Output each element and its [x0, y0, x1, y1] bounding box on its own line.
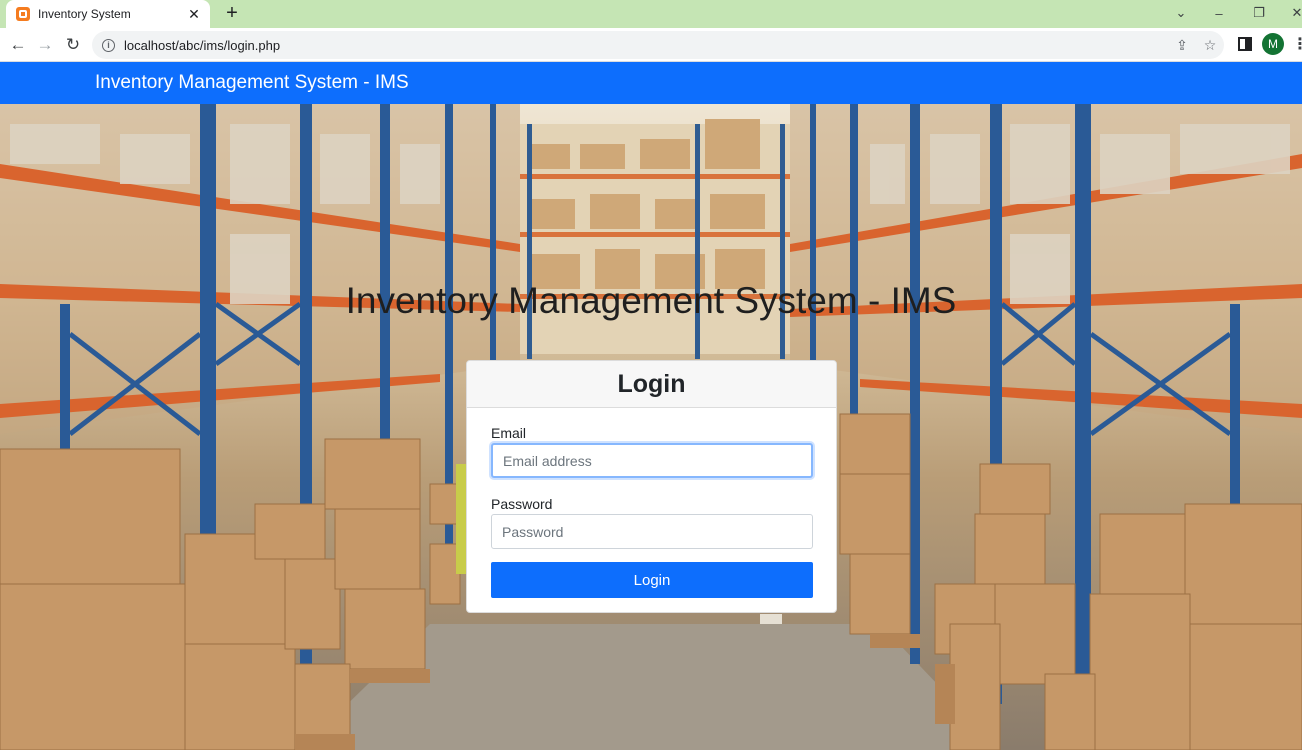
xampp-icon — [16, 7, 30, 21]
navbar-brand[interactable]: Inventory Management System - IMS — [95, 72, 409, 94]
new-tab-icon[interactable]: + — [222, 3, 242, 23]
kebab-menu-icon[interactable]: ⋮ — [1292, 33, 1302, 57]
email-field[interactable] — [491, 443, 813, 478]
browser-tab[interactable]: Inventory System ✕ — [6, 0, 210, 28]
tab-search-icon[interactable]: ⌄ — [1168, 2, 1194, 24]
app-navbar: Inventory Management System - IMS — [0, 62, 1302, 104]
url-text[interactable]: localhost/abc/ims/login.php — [124, 38, 280, 53]
address-bar[interactable]: i localhost/abc/ims/login.php ⇪ ☆ — [92, 31, 1224, 59]
password-label: Password — [491, 496, 553, 512]
login-card-header: Login — [467, 361, 836, 408]
email-label: Email — [491, 425, 527, 441]
info-icon[interactable]: i — [102, 38, 115, 52]
tab-title: Inventory System — [38, 7, 131, 21]
arrow-right-icon[interactable]: → — [33, 33, 57, 57]
hero-title: Inventory Management System - IMS — [345, 280, 957, 321]
browser-toolbar: ← → ↻ i localhost/abc/ims/login.php ⇪ ☆ … — [0, 28, 1302, 62]
side-panel-icon[interactable] — [1238, 37, 1252, 51]
login-card: Login Email Password Login — [466, 360, 837, 613]
restore-icon[interactable]: ❐ — [1246, 2, 1272, 24]
arrow-left-icon[interactable]: ← — [6, 33, 30, 57]
star-icon[interactable]: ☆ — [1202, 37, 1218, 53]
login-button[interactable]: Login — [491, 562, 813, 598]
reload-icon[interactable]: ↻ — [61, 33, 85, 57]
close-icon[interactable]: ✕ — [186, 6, 202, 22]
warehouse-background: Inventory Management System - IMS Login … — [0, 104, 1302, 750]
minimize-icon[interactable]: – — [1206, 2, 1232, 24]
browser-tabstrip: Inventory System ✕ + ⌄ – ❐ ✕ — [0, 0, 1302, 28]
password-field[interactable] — [491, 514, 813, 549]
avatar[interactable]: M — [1262, 33, 1284, 55]
window-close-icon[interactable]: ✕ — [1284, 2, 1302, 24]
share-icon[interactable]: ⇪ — [1174, 37, 1190, 53]
